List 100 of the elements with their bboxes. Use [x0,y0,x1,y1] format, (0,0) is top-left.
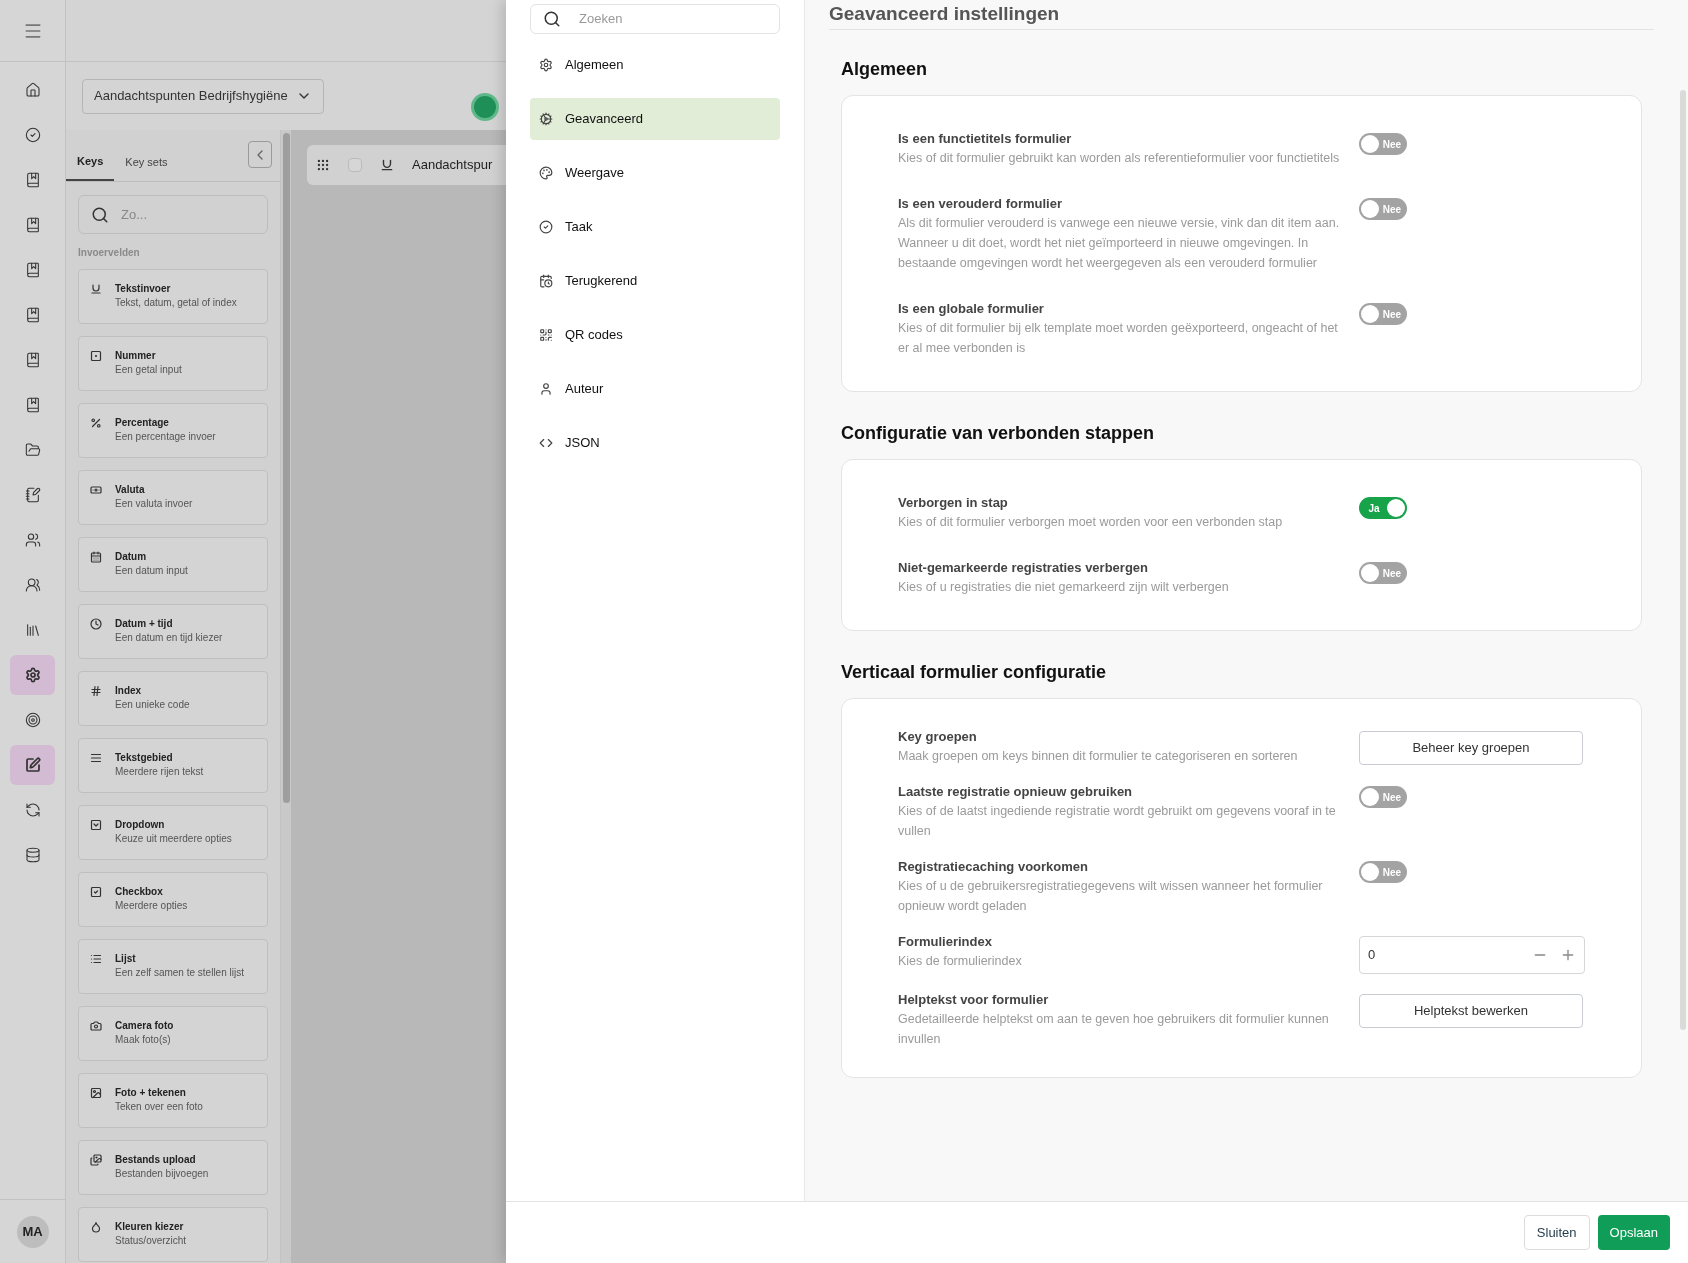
key-title: Tekstgebied [115,751,174,765]
key-card[interactable]: Camera foto Maak foto(s) [78,1006,268,1061]
key-title: Tekstinvoer [115,282,172,296]
images-icon [90,1154,102,1166]
setting-label: Formulierindex [898,933,993,951]
palette-icon [539,166,553,180]
key-title: Dropdown [115,818,166,832]
scrollbar-thumb[interactable] [282,133,290,803]
notebook-pen-icon [24,487,41,503]
key-card[interactable]: Percentage Een percentage invoer [78,403,268,458]
key-card[interactable]: Datum + tijd Een datum en tijd kiezer [78,604,268,659]
save-button[interactable]: Opslaan [1597,1215,1670,1250]
key-card[interactable]: Index Een unieke code [78,671,268,726]
setting-description: Gedetailleerde helptekst om aan te geven hoe gebruikers dit formulier kunnen invullen [898,1011,1330,1048]
action-button[interactable]: Helptekst bewerken [1359,994,1583,1028]
row-title: Aandachtspur [412,156,493,175]
settings-nav-item[interactable]: JSON [530,422,780,464]
settings-icon [539,58,553,72]
setting-description: Als dit formulier verouderd is vanwege een nieuwe versie, vink dan dit item aan. Wanneer u dit doet, wordt het niet geïmporteerd in nieuwe omgevingen. In bestaande omgevingen wordt het weergegeven als een verouderd formulier [898,215,1341,272]
plus-icon[interactable] [1560,947,1576,963]
refresh-icon [24,802,41,818]
key-card[interactable]: Kleuren kiezer Status/overzicht [78,1207,268,1262]
setting-description: Kies of dit formulier verborgen moet worden voor een verbonden stap [898,514,1284,531]
key-card[interactable]: Tekstgebied Meerdere rijen tekst [78,738,268,793]
key-subtitle: Tekst, datum, getal of index [115,296,237,310]
setting-label: Laatste registratie opnieuw gebruiken [898,783,1134,801]
key-subtitle: Maak foto(s) [115,1033,172,1047]
settings-nav-item[interactable]: Algemeen [530,44,780,86]
underline-icon [90,283,102,295]
key-subtitle: Teken over een foto [115,1100,203,1114]
settings-nav-item[interactable]: Geavanceerd [530,98,780,140]
key-card[interactable]: Datum Een datum input [78,537,268,592]
key-subtitle: Status/overzicht [115,1234,187,1248]
check-circle-icon [539,220,553,234]
key-card[interactable]: Nummer Een getal input [78,336,268,391]
form-dropdown[interactable]: Aandachtspunten Bedrijfshygiëne [82,78,324,114]
setting-label: Niet-gemarkeerde registraties verbergen [898,559,1149,577]
image-icon [90,1087,102,1099]
section-heading: Verticaal formulier configuratie [841,661,1108,684]
setting-description: Maak groepen om keys binnen dit formulier te categoriseren en sorteren [898,748,1299,765]
list-icon [90,953,102,965]
key-title: Camera foto [115,1019,174,1033]
book-icon [24,397,41,413]
book-icon [24,217,41,233]
scrollbar-thumb[interactable] [1680,90,1686,1030]
underline-icon [380,158,394,172]
key-title: Datum [115,550,148,564]
key-subtitle: Een getal input [115,363,182,377]
section-label: Invoervelden [78,246,141,260]
close-button[interactable]: Sluiten [1523,1215,1590,1250]
toggle-label: Nee [1381,566,1403,581]
settings-nav-item[interactable]: QR codes [530,314,780,356]
settings-nav-item[interactable]: Auteur [530,368,780,410]
key-title: Foto + tekenen [115,1086,187,1100]
key-title: Datum + tijd [115,617,174,631]
setting-label: Verborgen in stap [898,494,1009,512]
settings-nav-item[interactable]: Taak [530,206,780,248]
panel-tab[interactable]: Key sets [114,143,179,181]
row-checkbox[interactable] [348,158,362,172]
key-card[interactable]: Foto + tekenen Teken over een foto [78,1073,268,1128]
setting-label: Helptekst voor formulier [898,991,1050,1009]
key-card[interactable]: Bestands upload Bestanden bijvoegen [78,1140,268,1195]
settings-nav-item[interactable]: Terugkerend [530,260,780,302]
rail-item[interactable] [10,655,55,695]
setting-label: Registratiecaching voorkomen [898,858,1089,876]
key-card[interactable]: Lijst Een zelf samen te stellen lijst [78,939,268,994]
setting-description: Kies of u registraties die niet gemarkeerd zijn wilt verbergen [898,579,1230,596]
panel-tab[interactable]: Keys [66,143,115,181]
key-title: Index [115,684,143,698]
key-subtitle: Een percentage invoer [115,430,216,444]
database-icon [24,847,41,863]
key-subtitle: Een unieke code [115,698,190,712]
key-title: Lijst [115,952,137,966]
square-icon [90,350,102,362]
toggle-label: Nee [1381,202,1403,217]
action-button[interactable]: Beheer key groepen [1359,731,1583,765]
user-avatar[interactable]: MA [16,1215,49,1248]
book-icon [24,262,41,278]
key-card[interactable]: Valuta Een valuta invoer [78,470,268,525]
settings-icon [24,667,41,683]
number-field[interactable]: 0 [1359,936,1585,974]
key-title: Valuta [115,483,146,497]
key-card[interactable]: Tekstinvoer Tekst, datum, getal of index [78,269,268,324]
settings-nav-item[interactable]: Weergave [530,152,780,194]
user-icon [539,382,553,396]
key-title: Kleuren kiezer [115,1220,185,1234]
setting-label: Is een globale formulier [898,300,1045,318]
rail-item[interactable] [10,745,55,785]
form-row[interactable]: Aandachtspur [307,145,506,185]
key-title: Checkbox [115,885,164,899]
drag-handle-icon[interactable] [316,158,330,172]
users-icon [24,577,41,593]
settings-title: Geavanceerd instellingen [829,2,1060,27]
section-heading: Configuratie van verbonden stappen [841,422,1156,445]
scrollbar[interactable] [281,130,291,1263]
key-card[interactable]: Checkbox Meerdere opties [78,872,268,927]
edit-icon [24,757,41,773]
key-card[interactable]: Dropdown Keuze uit meerdere opties [78,805,268,860]
search-icon [91,205,109,224]
toggle-label: Nee [1381,790,1403,805]
